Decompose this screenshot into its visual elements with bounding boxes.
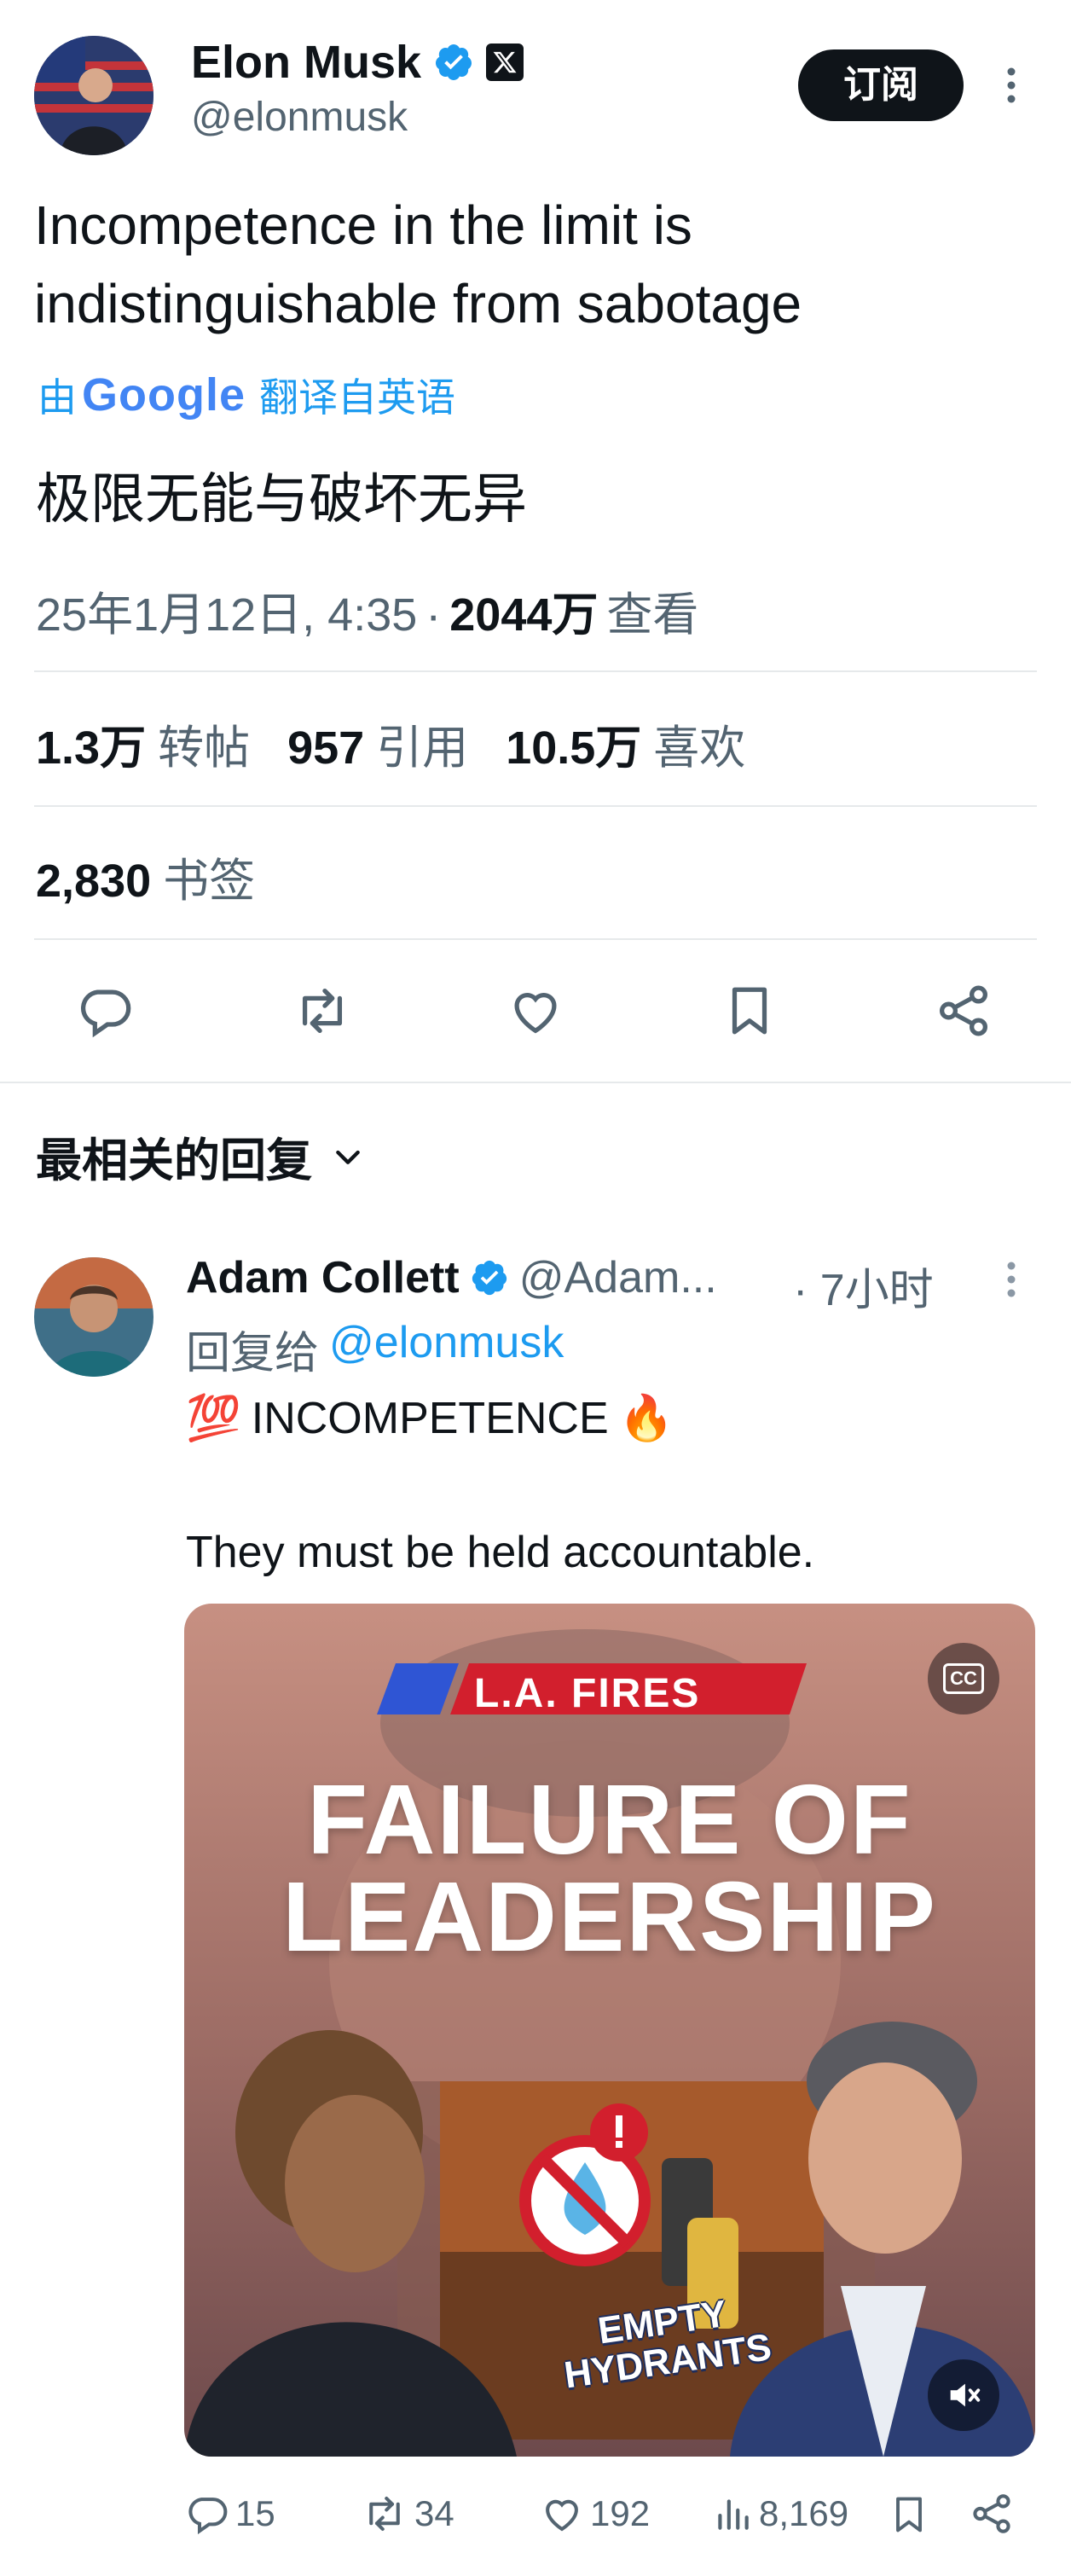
subscribe-button[interactable]: 订阅 [798,49,964,121]
reply-like-count: 192 [590,2493,651,2533]
reply-to-prefix: 回复给 [186,1329,320,1378]
muted-speaker-icon [950,2383,981,2407]
verified-badge-icon [470,1258,509,1297]
hundred-points-emoji: 💯 [186,1394,241,1443]
analytics-icon [718,2499,749,2530]
reply-views-count: 8,169 [759,2493,849,2533]
meta-separator: · [426,589,442,641]
reposts-count[interactable]: 1.3万 [36,710,146,777]
reply-author-avatar[interactable] [34,1257,153,1377]
reply-actions: 15 34 192 8,169 [184,2484,1037,2552]
mute-toggle-button[interactable] [928,2359,999,2431]
heart-icon [546,2499,578,2532]
media-headline-2: LEADERSHIP [282,1861,937,1972]
fire-emoji: 🔥 [618,1394,674,1443]
author-handle[interactable]: @elonmusk [191,94,408,141]
divider [34,805,1037,807]
like-action-icon[interactable] [505,981,566,1041]
views-count: 2044万 [449,589,599,641]
likes-count[interactable]: 10.5万 [506,710,641,777]
bookmark-action-icon[interactable] [720,979,779,1042]
reply-line1-text: INCOMPETENCE [251,1393,609,1443]
captions-button[interactable]: CC [928,1643,999,1714]
translation-prefix: 由 [38,375,77,420]
translated-text: 极限无能与破坏无异 [36,468,527,530]
bookmark-stats: 2,830 书签 [36,843,255,910]
reply-to-handle[interactable]: @elonmusk [329,1317,564,1381]
share-action-icon[interactable] [933,981,994,1041]
reply-share-icon[interactable] [969,2491,1015,2537]
verified-badge-icon [433,42,474,83]
captions-label: CC [943,1663,984,1694]
replies-sort-dropdown[interactable]: 最相关的回复 [36,1123,365,1190]
reply-author-handle[interactable]: @Adam... [519,1252,717,1303]
author-name-row: Elon Musk [191,34,524,90]
reply-to-line: 回复给 @elonmusk [186,1317,564,1381]
reply-comment-count: 15 [235,2493,275,2533]
repost-action-icon[interactable] [290,981,355,1041]
reply-text-line2: They must be held accountable. [186,1528,815,1577]
translation-suffix: 翻译自英语 [259,375,455,420]
divider [34,938,1037,940]
post-date[interactable]: 25年1月12日, 4:35 [36,577,417,644]
google-brand: Google [82,369,246,421]
reply-author-name[interactable]: Adam Collett [186,1252,460,1303]
reply-more-options-icon[interactable] [996,1259,1027,1300]
views-label: 查看 [606,589,699,641]
author-avatar[interactable] [34,36,153,155]
reply-header: Adam Collett @Adam... [186,1250,717,1305]
post-text: Incompetence in the limit is indistingui… [34,194,802,334]
reply-time[interactable]: · 7小时 [793,1254,934,1318]
reply-comment-action[interactable]: 15 [184,2491,275,2537]
reply-like-action[interactable]: 192 [539,2491,650,2537]
media-banner-label: L.A. FIRES [474,1671,701,1716]
reply-text-line1: 💯 INCOMPETENCE 🔥 [186,1392,674,1444]
divider [34,670,1037,672]
reply-views-action[interactable]: 8,169 [711,2491,848,2537]
author-name[interactable]: Elon Musk [191,36,421,89]
reply-bookmark-icon[interactable] [887,2491,931,2538]
reply-action-icon[interactable] [75,981,135,1041]
translation-credit[interactable]: 由 Google 翻译自英语 [38,365,455,425]
repost-icon [369,2496,400,2532]
quotes-label[interactable]: 引用 [376,710,468,777]
reposts-label[interactable]: 转帖 [158,710,250,777]
x-logo-icon [486,44,524,81]
engagement-stats: 1.3万 转帖 957 引用 10.5万 喜欢 [36,710,745,777]
post-meta: 25年1月12日, 4:35 · 2044万 查看 [36,577,698,644]
reply-repost-count: 34 [414,2493,454,2533]
bookmarks-label[interactable]: 书签 [163,843,255,910]
more-options-icon[interactable] [996,65,1027,106]
replies-sort-label: 最相关的回复 [36,1135,312,1186]
reply-repost-action[interactable]: 34 [360,2491,454,2537]
section-divider [0,1082,1071,1083]
chevron-down-icon [331,1140,365,1174]
comment-icon [188,2498,228,2535]
bookmarks-count[interactable]: 2,830 [36,855,151,908]
likes-label[interactable]: 喜欢 [653,710,745,777]
quotes-count[interactable]: 957 [287,722,364,775]
